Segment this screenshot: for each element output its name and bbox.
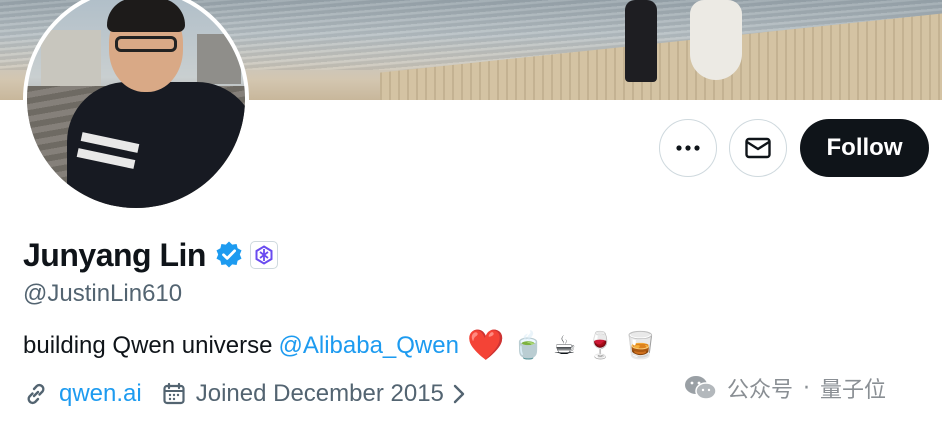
more-options-button[interactable] [659,119,717,177]
banner-figure [690,0,742,80]
website-link[interactable]: qwen.ai [59,380,142,408]
avatar-glasses [115,36,177,52]
profile-meta: qwen.ai Joined December 2015 [23,380,466,408]
wechat-watermark: 公众号 · 量子位 [683,372,886,404]
avatar-photo [27,0,245,208]
whisky-emoji-icon: 🥃 [624,330,657,361]
watermark-account-label: 公众号 [727,378,794,403]
envelope-icon [745,137,771,159]
verified-badge-icon[interactable] [214,240,244,270]
message-button[interactable] [729,119,787,177]
avatar-hair [107,0,185,32]
profile-avatar[interactable] [23,0,249,212]
qwen-logo-icon[interactable] [249,241,278,269]
watermark-brand: 量子位 [820,378,887,403]
profile-bio: building Qwen universe @Alibaba_Qwen ❤️ … [23,328,657,363]
wine-emoji-icon: 🍷 [584,330,617,361]
avatar-bg-building [197,34,241,84]
display-name: Junyang Lin [23,236,206,273]
profile-name-row: Junyang Lin [23,233,278,277]
matcha-emoji-icon: 🍵 [512,330,545,361]
watermark-separator: · [803,375,811,401]
banner-figure [625,0,657,82]
joined-date: Joined December 2015 [195,380,444,407]
calendar-icon [163,382,185,405]
chevron-right-icon[interactable] [452,383,466,405]
link-icon [27,383,45,405]
bio-text: building Qwen universe [23,331,273,359]
wechat-icon [685,376,717,400]
heart-emoji-icon: ❤️ [466,328,505,363]
bio-mention-link[interactable]: @Alibaba_Qwen [278,332,458,360]
avatar-body [67,82,245,208]
qwen-logo-glyph [255,245,273,265]
ellipsis-icon [676,145,700,151]
coffee-emoji-icon: ☕ [552,330,576,361]
follow-button[interactable]: Follow [800,119,929,177]
avatar-bg-building [41,30,101,90]
user-handle: @JustinLin610 [23,280,183,307]
